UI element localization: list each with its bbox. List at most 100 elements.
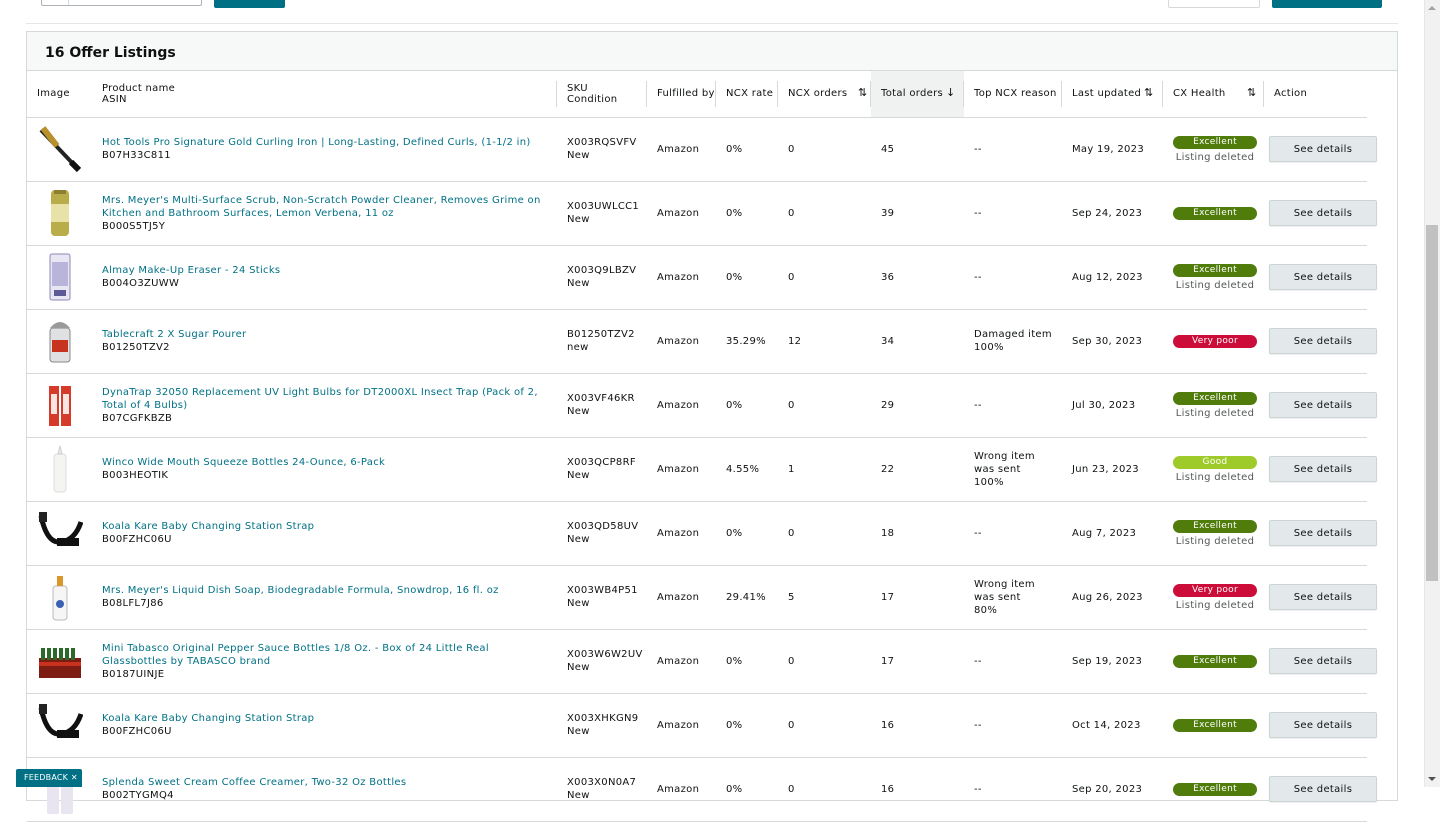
cx-health-cell: Excellent (1163, 693, 1264, 758)
product-name-link[interactable]: Koala Kare Baby Changing Station Strap (102, 520, 557, 533)
col-header-action: Action (1264, 71, 1367, 118)
product-name-link[interactable]: Koala Kare Baby Changing Station Strap (102, 712, 557, 725)
status-badge: Excellent (1173, 135, 1257, 149)
status-badge: Very poor (1173, 335, 1257, 348)
sku-value: X003XHKGN9 (567, 713, 639, 724)
see-details-button[interactable]: See details (1269, 392, 1377, 418)
action-cell: See details (1264, 693, 1377, 758)
product-thumbnail[interactable] (37, 124, 83, 174)
total-orders-cell: 17 (871, 629, 964, 694)
top-ncx-reason-cell: -- (964, 757, 1062, 822)
product-name-link[interactable]: Tablecraft 2 X Sugar Pourer (102, 328, 557, 341)
see-details-button[interactable]: See details (1269, 136, 1377, 162)
product-name-link[interactable]: Splenda Sweet Cream Coffee Creamer, Two-… (102, 776, 557, 789)
total-orders-cell: 16 (871, 693, 964, 758)
search-input[interactable] (41, 0, 202, 6)
scrollbar-thumb[interactable] (1426, 225, 1438, 581)
offer-listings-panel: 16 Offer Listings Image Product name ASIN… (26, 31, 1398, 822)
condition-value: new (567, 342, 589, 353)
product-name-link[interactable]: Mini Tabasco Original Pepper Sauce Bottl… (102, 642, 557, 668)
scroll-up-arrow-icon[interactable] (1424, 0, 1440, 16)
listing-status-note: Listing deleted (1175, 599, 1255, 611)
col-header-sku: SKU Condition (557, 71, 647, 118)
see-details-button[interactable]: See details (1269, 776, 1377, 802)
col-header-ncx-orders[interactable]: NCX orders ⇅ (778, 71, 871, 118)
see-details-button[interactable]: See details (1269, 584, 1377, 610)
ncx-rate-cell: 0% (716, 757, 778, 822)
cx-health-cell: Excellent Listing deleted (1163, 245, 1264, 310)
product-name-link[interactable]: Mrs. Meyer's Liquid Dish Soap, Biodegrad… (102, 584, 557, 597)
see-details-button[interactable]: See details (1269, 328, 1377, 354)
sku-value: X003X0N0A7 (567, 777, 637, 788)
action-cell: See details (1264, 437, 1377, 502)
last-updated-cell: Aug 7, 2023 (1062, 501, 1163, 566)
ncx-orders-cell: 5 (778, 565, 871, 630)
see-details-button[interactable]: See details (1269, 520, 1377, 546)
col-header-last-updated[interactable]: Last updated ⇅ (1062, 71, 1163, 118)
vertical-scrollbar[interactable] (1424, 0, 1440, 787)
scroll-down-arrow-icon[interactable] (1424, 771, 1440, 787)
col-header-cx-health[interactable]: CX Health ⇅ (1163, 71, 1264, 118)
table-header-row: Image Product name ASIN SKU Condition Fulf… (27, 71, 1440, 118)
sort-both-arrows-icon[interactable]: ⇅ (1144, 86, 1154, 99)
product-thumbnail[interactable] (37, 700, 84, 750)
fulfilled-by-cell: Amazon (647, 565, 716, 630)
secondary-button[interactable] (1168, 0, 1260, 8)
search-button[interactable] (214, 0, 285, 8)
sort-both-arrows-icon[interactable]: ⇅ (1247, 86, 1257, 99)
sku-cell: X003Q9LBZV New (557, 245, 647, 310)
feedback-button[interactable]: FEEDBACK ✕ (16, 769, 82, 787)
total-orders-cell: 45 (871, 117, 964, 182)
ncx-rate-cell: 0% (716, 117, 778, 182)
product-thumbnail[interactable] (37, 188, 83, 238)
action-cell: See details (1264, 245, 1377, 310)
cx-health-cell: Excellent (1163, 629, 1264, 694)
see-details-button[interactable]: See details (1269, 264, 1377, 290)
product-thumbnail[interactable] (37, 508, 84, 558)
panel-title: 16 Offer Listings (45, 45, 176, 61)
table-row: Winco Wide Mouth Squeeze Bottles 24-Ounc… (27, 437, 1440, 502)
product-cell: Hot Tools Pro Signature Gold Curling Iro… (92, 117, 557, 182)
table-row: Hot Tools Pro Signature Gold Curling Iro… (27, 117, 1440, 182)
col-header-total-orders[interactable]: Total orders ↓ (871, 71, 964, 118)
primary-button[interactable] (1272, 0, 1382, 8)
product-thumbnail[interactable] (37, 572, 83, 622)
product-name-link[interactable]: Winco Wide Mouth Squeeze Bottles 24-Ounc… (102, 456, 557, 469)
product-name-link[interactable]: Hot Tools Pro Signature Gold Curling Iro… (102, 136, 557, 149)
product-image-cell (27, 757, 92, 822)
sort-descending-arrow-icon[interactable]: ↓ (946, 86, 956, 99)
last-updated-cell: Jul 30, 2023 (1062, 373, 1163, 438)
action-cell: See details (1264, 565, 1377, 630)
col-header-top-ncx-reason: Top NCX reason (964, 71, 1062, 118)
panel-header: 16 Offer Listings (27, 32, 1397, 71)
ncx-reason-percent: 100% (974, 342, 1004, 353)
listing-status-note: Listing deleted (1175, 151, 1255, 163)
sort-both-arrows-icon[interactable]: ⇅ (858, 86, 868, 99)
product-name-link[interactable]: DynaTrap 32050 Replacement UV Light Bulb… (102, 386, 557, 412)
total-orders-cell: 36 (871, 245, 964, 310)
product-cell: Mrs. Meyer's Liquid Dish Soap, Biodegrad… (92, 565, 557, 630)
listings-table: Image Product name ASIN SKU Condition Fulf… (27, 71, 1440, 822)
sku-value: X003VF46KR (567, 393, 635, 404)
see-details-button[interactable]: See details (1269, 648, 1377, 674)
product-thumbnail[interactable] (37, 636, 83, 686)
last-updated-cell: Sep 24, 2023 (1062, 181, 1163, 246)
product-thumbnail[interactable] (37, 380, 83, 430)
condition-value: New (567, 278, 590, 289)
product-cell: Koala Kare Baby Changing Station Strap B… (92, 501, 557, 566)
see-details-button[interactable]: See details (1269, 200, 1377, 226)
product-name-link[interactable]: Mrs. Meyer's Multi-Surface Scrub, Non-Sc… (102, 194, 557, 220)
ncx-reason-text: -- (974, 527, 982, 539)
see-details-button[interactable]: See details (1269, 712, 1377, 738)
product-thumbnail[interactable] (37, 316, 83, 366)
last-updated-cell: Aug 12, 2023 (1062, 245, 1163, 310)
product-thumbnail[interactable] (37, 444, 83, 494)
see-details-button[interactable]: See details (1269, 456, 1377, 482)
product-name-link[interactable]: Almay Make-Up Eraser - 24 Sticks (102, 264, 557, 277)
product-image-cell (27, 437, 92, 502)
cx-health-cell: Good Listing deleted (1163, 437, 1264, 502)
ncx-reason-text: -- (974, 655, 982, 667)
product-thumbnail[interactable] (37, 252, 83, 302)
asin-value: B00FZHC06U (102, 726, 172, 737)
close-icon[interactable]: ✕ (71, 773, 78, 782)
